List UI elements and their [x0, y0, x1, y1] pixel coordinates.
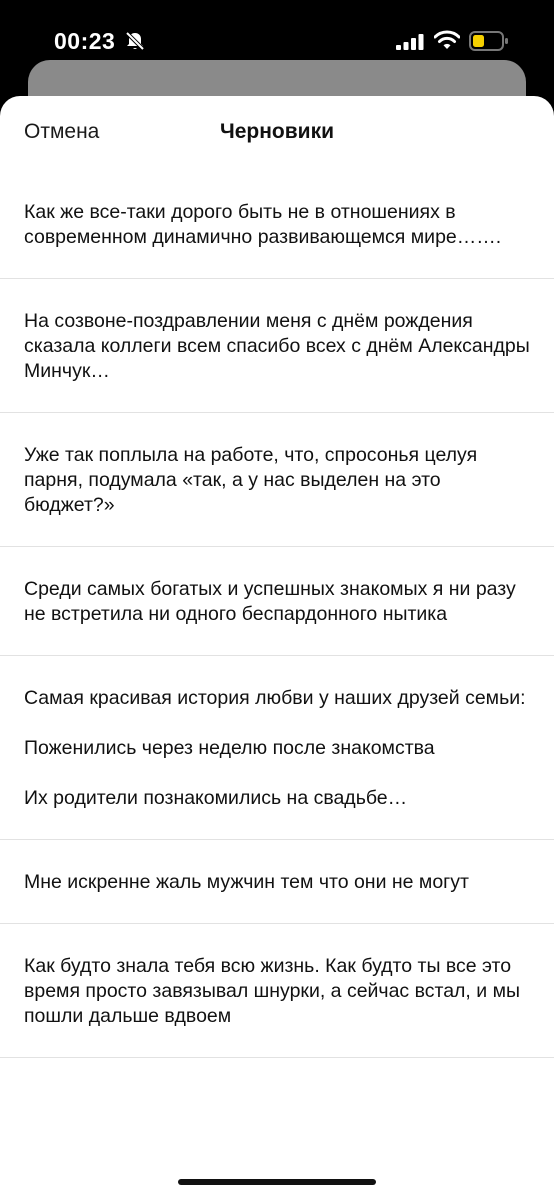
drafts-list: Как же все-таки дорого быть не в отношен…: [0, 170, 554, 1058]
draft-item[interactable]: Уже так поплыла на работе, что, спросонь…: [0, 413, 554, 547]
draft-text: Мне искренне жаль мужчин тем что они не …: [24, 871, 469, 893]
draft-text: На созвоне-поздравлении меня с днём рожд…: [24, 310, 536, 382]
battery-icon: [469, 31, 508, 51]
draft-text: Среди самых богатых и успешных знакомых …: [24, 578, 522, 625]
wifi-icon: [434, 30, 460, 49]
draft-text: Уже так поплыла на работе, что, спросонь…: [24, 444, 483, 516]
draft-item[interactable]: Среди самых богатых и успешных знакомых …: [0, 547, 554, 656]
drafts-sheet: Отмена Черновики Как же все-таки дорого …: [0, 96, 554, 1200]
sheet-header: Отмена Черновики: [0, 96, 554, 170]
draft-item[interactable]: Как будто знала тебя всю жизнь. Как будт…: [0, 924, 554, 1058]
draft-text: Самая красивая история любви у наших дру…: [24, 687, 526, 809]
draft-item[interactable]: На созвоне-поздравлении меня с днём рожд…: [0, 279, 554, 413]
home-indicator: [178, 1179, 376, 1185]
draft-text: Как же все-таки дорого быть не в отношен…: [24, 201, 502, 248]
status-time: 00:23: [54, 28, 116, 54]
draft-item[interactable]: Мне искренне жаль мужчин тем что они не …: [0, 840, 554, 924]
signal-icon: [396, 34, 424, 50]
draft-item[interactable]: Как же все-таки дорого быть не в отношен…: [0, 170, 554, 279]
bell-slash-icon: [125, 31, 145, 51]
draft-text: Как будто знала тебя всю жизнь. Как будт…: [24, 955, 526, 1027]
draft-item[interactable]: Самая красивая история любви у наших дру…: [0, 656, 554, 840]
page-title: Черновики: [219, 120, 334, 143]
